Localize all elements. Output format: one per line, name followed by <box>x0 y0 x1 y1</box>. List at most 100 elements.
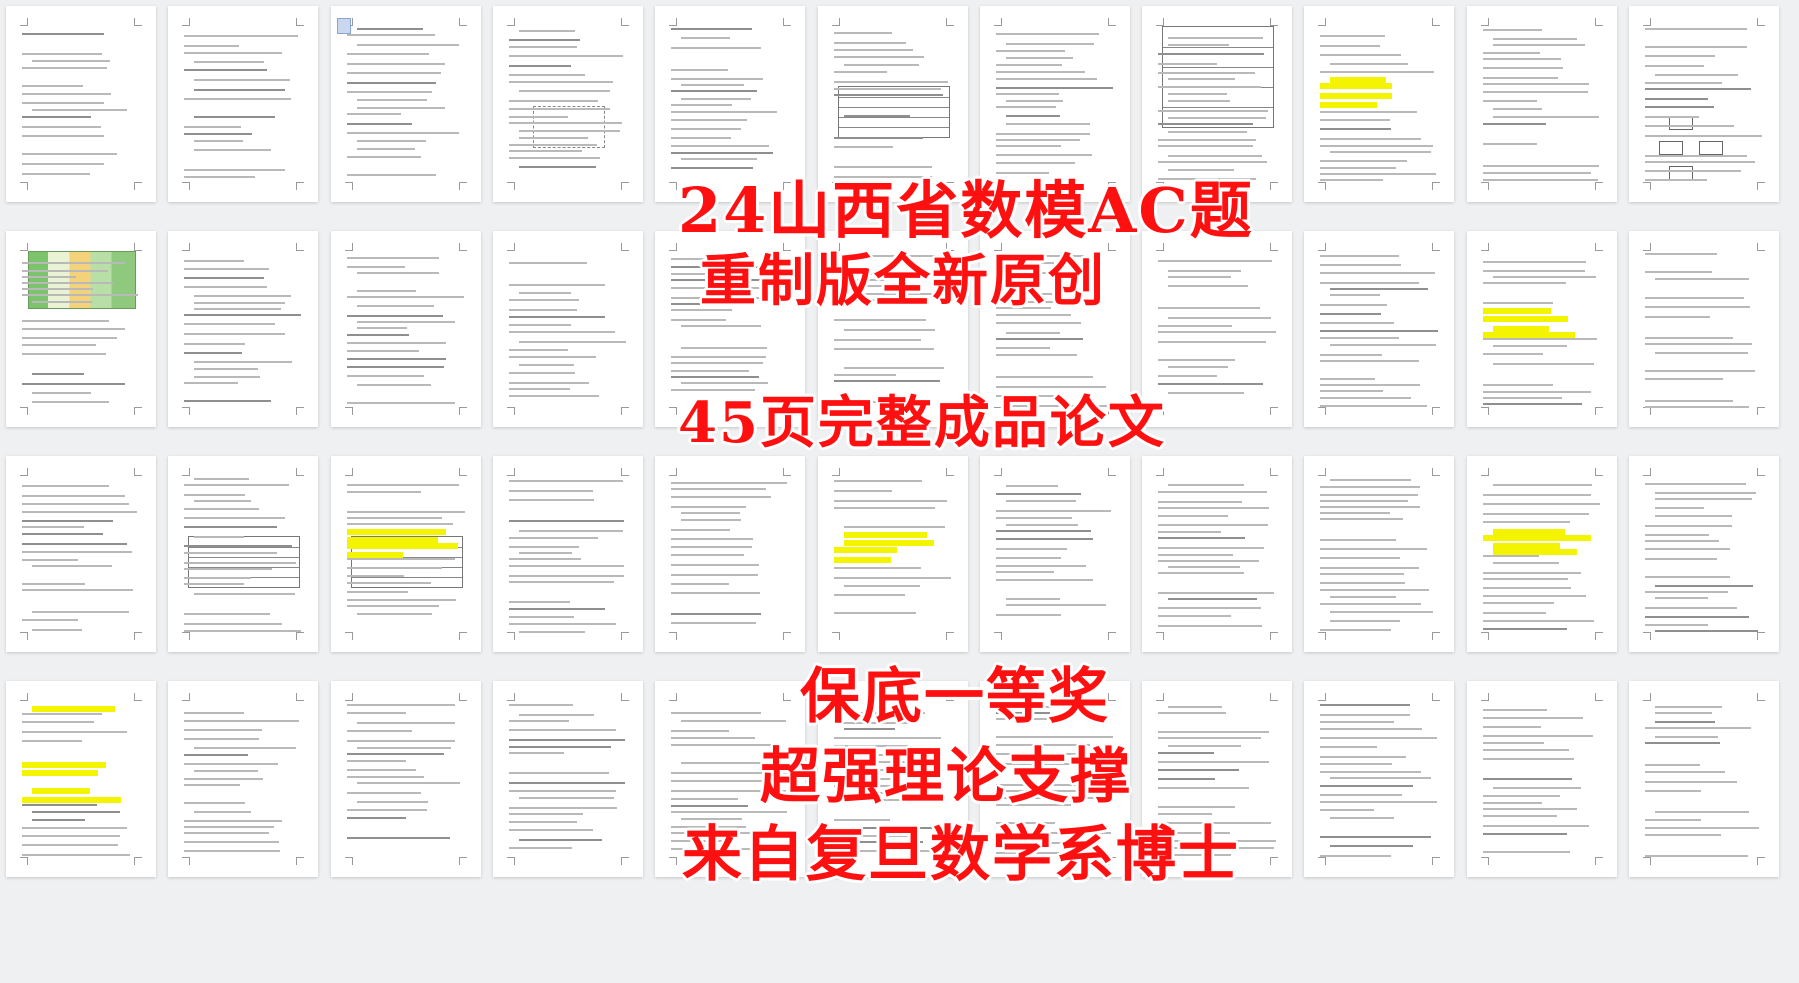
page-thumbnail[interactable] <box>1629 456 1779 652</box>
page-thumbnail[interactable] <box>979 6 1130 202</box>
page-thumbnail[interactable] <box>168 231 319 427</box>
text-line <box>1168 847 1274 849</box>
text-line <box>194 770 259 772</box>
page-thumbnail[interactable] <box>817 681 968 877</box>
text-line <box>995 517 1072 519</box>
page-thumbnail[interactable] <box>1304 231 1455 427</box>
text-line <box>671 496 771 498</box>
page-thumbnail[interactable] <box>655 231 806 427</box>
page-thumbnail[interactable] <box>979 231 1130 427</box>
page-thumbnail[interactable] <box>1142 6 1293 202</box>
text-line <box>184 484 290 486</box>
crop-mark <box>620 18 629 26</box>
page-thumbnail[interactable] <box>492 456 643 652</box>
page-thumbnail[interactable] <box>655 456 806 652</box>
text-line <box>518 30 576 32</box>
text-line <box>833 557 892 563</box>
text-line <box>1320 801 1438 803</box>
text-line <box>1645 534 1709 536</box>
text-line <box>1492 484 1593 486</box>
text-line <box>1158 712 1227 714</box>
text-line <box>1482 602 1554 604</box>
page-thumbnail[interactable] <box>168 681 319 877</box>
text-line <box>1320 573 1405 575</box>
page-thumbnail[interactable] <box>1466 231 1617 427</box>
crop-mark <box>1318 18 1327 26</box>
page-thumbnail[interactable] <box>492 6 643 202</box>
crop-mark <box>945 693 954 701</box>
page-thumbnail[interactable] <box>1466 681 1617 877</box>
page-thumbnail[interactable] <box>1142 456 1293 652</box>
page-thumbnail[interactable] <box>330 6 481 202</box>
text-line <box>833 339 922 341</box>
text-line <box>346 156 422 158</box>
page-thumbnail[interactable] <box>330 456 481 652</box>
page-thumbnail[interactable] <box>1142 681 1293 877</box>
text-line <box>508 772 610 774</box>
page-thumbnail[interactable] <box>330 231 481 427</box>
page-thumbnail[interactable] <box>6 231 156 427</box>
crop-mark <box>1432 407 1441 415</box>
page-thumbnail[interactable] <box>817 6 968 202</box>
text-line <box>671 362 763 364</box>
text-line <box>995 50 1066 52</box>
page-thumbnail[interactable] <box>330 681 481 877</box>
page-thumbnail[interactable] <box>6 681 156 877</box>
text-line <box>1492 116 1599 118</box>
crop-mark <box>344 632 353 640</box>
page-thumbnail[interactable] <box>979 681 1130 877</box>
page-thumbnail[interactable] <box>492 681 643 877</box>
text-line <box>1320 313 1382 315</box>
text-line <box>671 28 753 30</box>
text-line <box>1320 785 1413 787</box>
text-line <box>194 61 265 63</box>
text-line <box>22 153 118 155</box>
text-line <box>1320 589 1430 591</box>
page-thumbnail[interactable] <box>492 231 643 427</box>
page-thumbnail[interactable] <box>817 231 968 427</box>
page-thumbnail[interactable] <box>168 456 319 652</box>
text-line <box>833 745 926 747</box>
page-thumbnail[interactable] <box>1629 6 1779 202</box>
crop-mark <box>783 693 792 701</box>
page-thumbnail[interactable] <box>1629 681 1779 877</box>
page-thumbnail[interactable] <box>1466 456 1617 652</box>
text-line <box>518 90 610 92</box>
page-thumbnail[interactable] <box>1304 6 1455 202</box>
text-line <box>1158 822 1271 824</box>
page-thumbnail[interactable] <box>979 456 1130 652</box>
text-line <box>1168 317 1272 319</box>
text-line <box>995 822 1056 824</box>
text-line <box>995 33 1099 35</box>
crop-mark <box>296 857 305 865</box>
text-line <box>681 37 730 39</box>
crop-mark <box>344 407 353 415</box>
text-line <box>184 126 241 128</box>
page-thumbnail[interactable] <box>655 6 806 202</box>
page-thumbnail[interactable] <box>655 681 806 877</box>
crop-mark <box>620 468 629 476</box>
text-line <box>1645 764 1700 766</box>
page-thumbnail[interactable] <box>1466 6 1617 202</box>
text-line <box>1005 524 1079 526</box>
page-thumbnail[interactable] <box>1629 231 1779 427</box>
text-line <box>995 376 1093 378</box>
text-line <box>194 747 297 749</box>
page-thumbnail[interactable] <box>817 456 968 652</box>
page-thumbnail[interactable] <box>1142 231 1293 427</box>
page-thumbnail[interactable] <box>1304 456 1455 652</box>
page-thumbnail[interactable] <box>168 6 319 202</box>
text-line <box>508 74 585 76</box>
text-line <box>1320 264 1402 266</box>
text-line <box>1645 316 1711 318</box>
text-line <box>671 279 787 281</box>
page-thumbnail[interactable] <box>6 6 156 202</box>
crop-mark <box>1432 468 1441 476</box>
page-thumbnail[interactable] <box>1304 681 1455 877</box>
text-line <box>508 739 626 741</box>
crop-mark <box>1270 18 1279 26</box>
text-line <box>22 559 79 561</box>
page-thumbnail[interactable] <box>6 456 156 652</box>
text-line <box>1158 572 1245 574</box>
text-line <box>1158 778 1215 780</box>
